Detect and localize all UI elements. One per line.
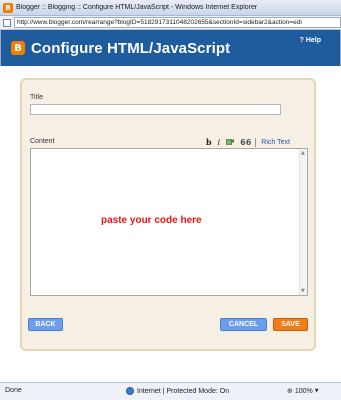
url-field[interactable]: http://www.blogger.com/rearrange?blogID=… [13,17,341,28]
title-input[interactable] [30,104,281,115]
window-title: Blogger :: Blogging :: Configure HTML/Ja… [16,4,258,11]
rich-text-link[interactable]: Rich Text [261,139,290,146]
back-button[interactable]: BACK [28,318,63,331]
blogger-logo-icon: B [11,41,25,55]
content-area: Title Content b i 66 Rich Text paste you… [0,66,341,382]
zoom-icon: ⊕ [287,387,293,395]
content-text: paste your code here [101,215,202,226]
zoom-level: 100% [294,387,313,395]
help-link[interactable]: ? Help [300,37,321,44]
link-icon[interactable] [226,138,235,146]
toolbar-separator [255,137,257,147]
window-titlebar: B Blogger :: Blogging :: Configure HTML/… [0,0,341,16]
content-textarea[interactable]: paste your code here ▲ ▼ [30,148,308,296]
title-label: Title [30,94,43,101]
save-button[interactable]: SAVE [273,318,308,331]
page-icon [3,18,11,27]
globe-icon [126,387,134,395]
scroll-down-arrow-icon[interactable]: ▼ [301,288,305,294]
bold-button[interactable]: b [206,137,212,147]
address-bar: http://www.blogger.com/rearrange?blogID=… [0,16,341,30]
dialog-title: Configure HTML/JavaScript [31,39,231,57]
status-done: Done [5,387,22,394]
status-bar: Done Internet | Protected Mode: On ⊕ 100… [0,382,341,400]
url-text: http://www.blogger.com/rearrange?blogID=… [16,19,302,26]
zoom-control[interactable]: ⊕ 100% ▼ [287,387,319,395]
editor-toolbar: b i 66 Rich Text [206,137,290,147]
textarea-scrollbar[interactable]: ▲ ▼ [299,149,307,295]
config-panel: Title Content b i 66 Rich Text paste you… [20,78,316,351]
blogger-app-icon: B [3,2,13,13]
blockquote-button[interactable]: 66 [240,138,251,147]
scroll-up-arrow-icon[interactable]: ▲ [301,150,305,156]
zoom-dropdown-icon[interactable]: ▼ [315,388,319,394]
cancel-button[interactable]: CANCEL [220,318,267,331]
italic-button[interactable]: i [218,138,221,147]
content-label: Content [30,138,55,145]
security-zone[interactable]: Internet | Protected Mode: On [126,387,229,395]
dialog-header: B Configure HTML/JavaScript ? Help [0,30,341,66]
zone-label: Internet | Protected Mode: On [137,387,230,395]
